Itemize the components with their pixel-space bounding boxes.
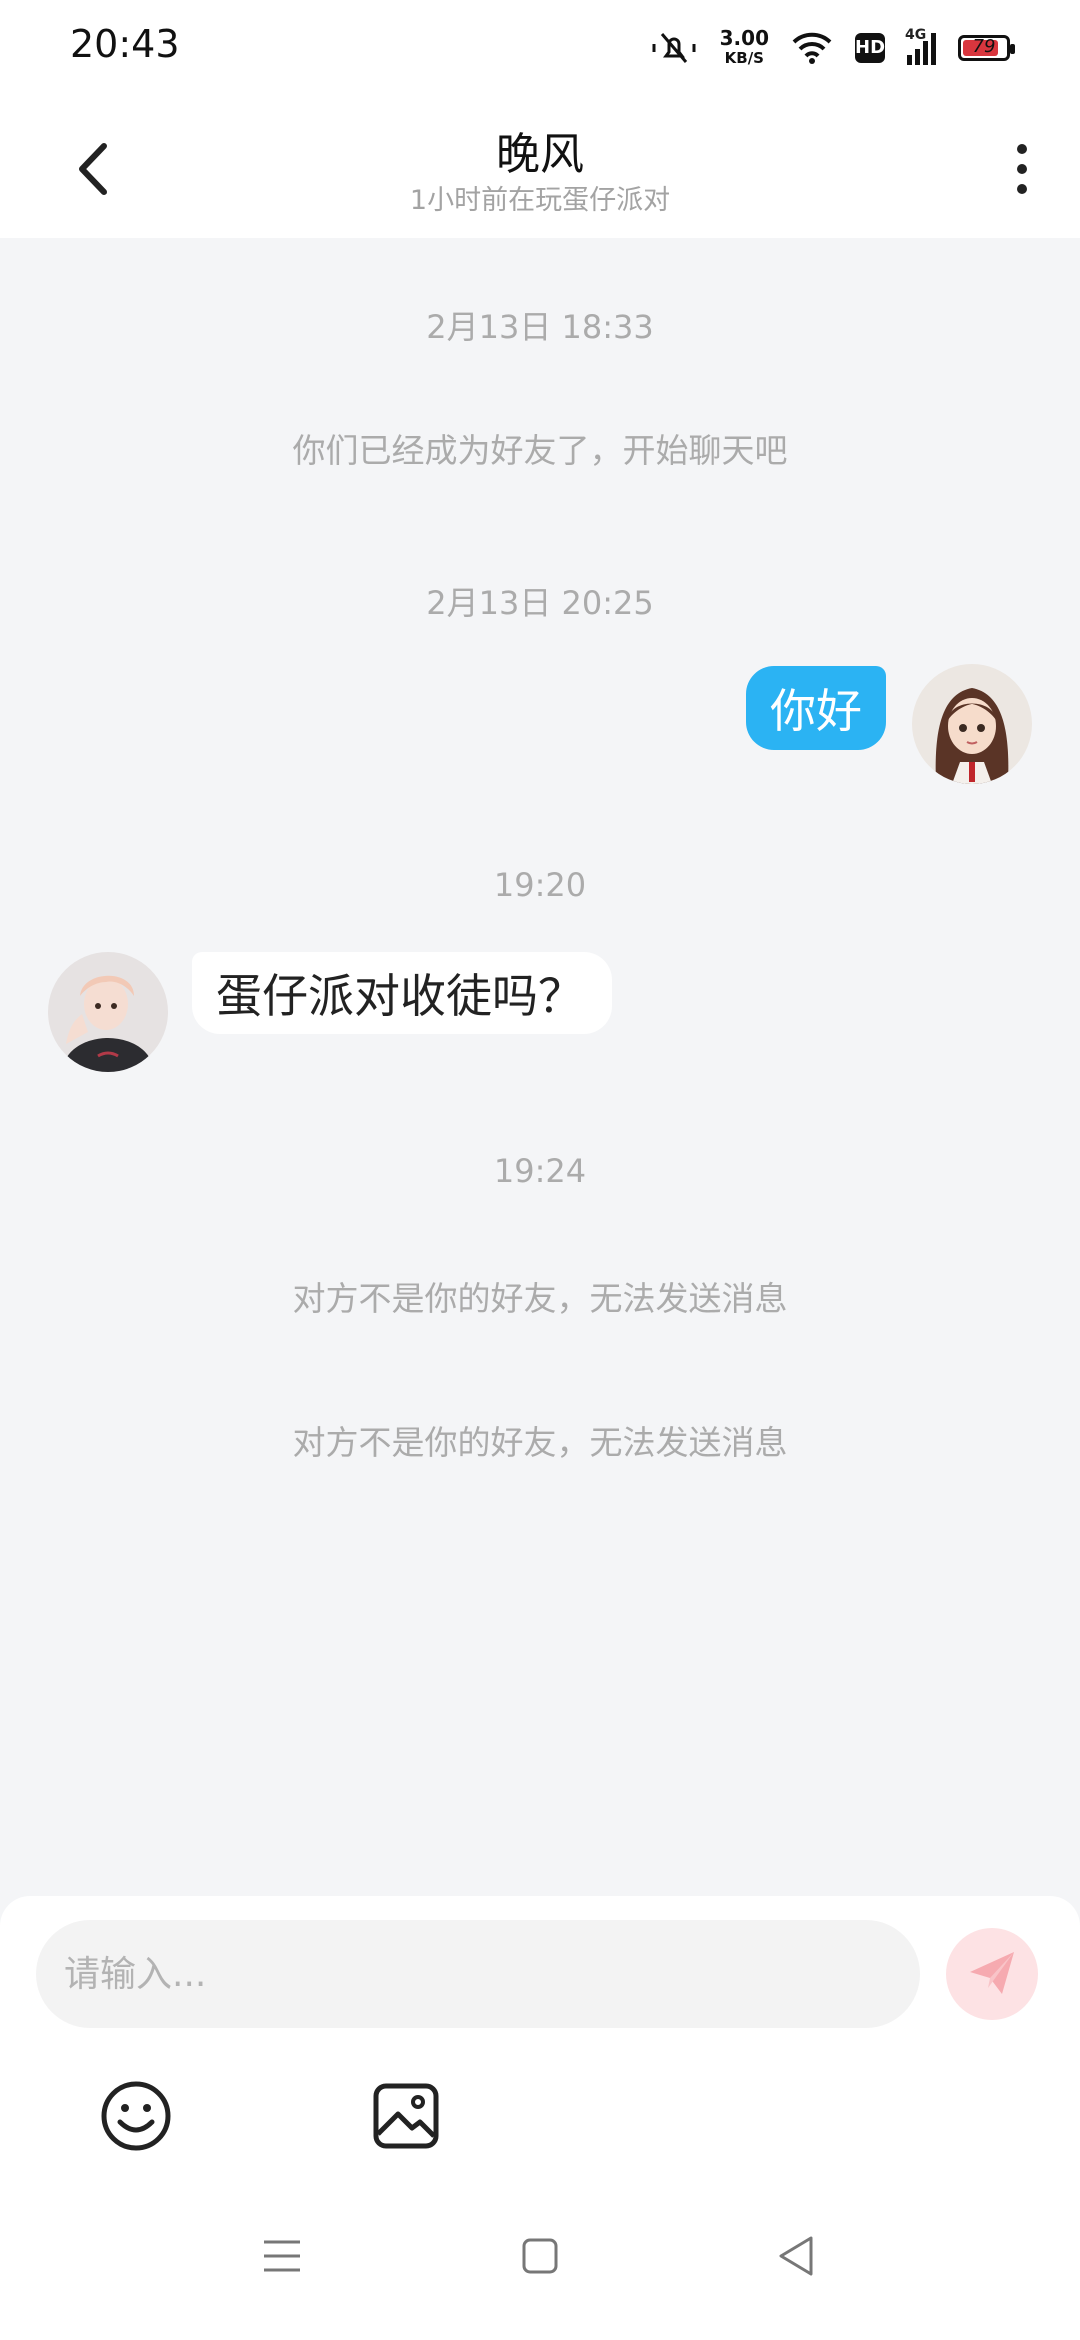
signal-icon: 4G: [905, 27, 936, 65]
net-speed-value: 3.00: [719, 26, 769, 50]
system-message: 对方不是你的好友，无法发送消息: [292, 1279, 788, 1318]
message-text: 蛋仔派对收徒吗？: [216, 969, 584, 1023]
message-text: 你好: [770, 684, 862, 738]
square-icon: [522, 2238, 558, 2274]
message-input[interactable]: [36, 1920, 920, 2028]
chat-subtitle: 1小时前在玩蛋仔派对: [409, 185, 671, 216]
girl-avatar-icon: [912, 664, 1032, 784]
menu-lines-icon: [264, 2240, 300, 2272]
more-dot: [1017, 164, 1027, 174]
boy-avatar-icon: [48, 952, 168, 1072]
my-avatar[interactable]: [912, 664, 1032, 784]
timestamp: 19:24: [493, 1152, 587, 1190]
message-list[interactable]: 2月13日 18:33 你们已经成为好友了，开始聊天吧 2月13日 20:25 …: [0, 238, 1080, 1898]
system-message: 你们已经成为好友了，开始聊天吧: [292, 431, 788, 470]
battery-level: 79: [972, 36, 996, 57]
emoji-button[interactable]: [98, 2078, 174, 2154]
image-icon: [373, 2083, 439, 2149]
smiley-icon: [101, 2081, 171, 2151]
image-button[interactable]: [368, 2078, 444, 2154]
status-icons: 3.00 KB/S HD 4G 79: [650, 26, 1015, 70]
triangle-back-icon: [779, 2236, 813, 2276]
status-time: 20:43: [70, 22, 180, 66]
status-bar: 20:43 3.00 KB/S HD 4G 79: [0, 0, 1080, 96]
network-type: 4G: [905, 27, 927, 43]
more-dot: [1017, 144, 1027, 154]
timestamp: 2月13日 18:33: [426, 308, 654, 346]
home-button[interactable]: [510, 2226, 570, 2286]
hd-icon: HD: [855, 33, 885, 63]
net-speed-unit: KB/S: [724, 49, 764, 67]
mute-bell-icon: [652, 33, 696, 63]
system-message: 对方不是你的好友，无法发送消息: [292, 1423, 788, 1462]
contact-message-bubble[interactable]: 蛋仔派对收徒吗？: [192, 952, 612, 1034]
battery-icon: 79: [958, 35, 1015, 61]
timestamp: 2月13日 20:25: [426, 584, 654, 622]
my-message-bubble[interactable]: 你好: [746, 666, 886, 750]
more-options-button[interactable]: [992, 134, 1052, 204]
timestamp: 19:20: [493, 866, 587, 904]
composer: [0, 1896, 1080, 2186]
chat-header: 晚风 1小时前在玩蛋仔派对: [0, 96, 1080, 238]
wifi-icon: [792, 32, 832, 64]
system-nav-bar: [0, 2186, 1080, 2340]
chat-title: 晚风: [496, 129, 584, 180]
net-speed: 3.00 KB/S: [720, 28, 769, 68]
paper-plane-icon: [970, 1952, 1014, 1994]
more-dot: [1017, 184, 1027, 194]
contact-avatar[interactable]: [48, 952, 168, 1072]
recent-apps-button[interactable]: [252, 2226, 312, 2286]
send-button[interactable]: [946, 1928, 1038, 2020]
system-back-button[interactable]: [766, 2226, 826, 2286]
